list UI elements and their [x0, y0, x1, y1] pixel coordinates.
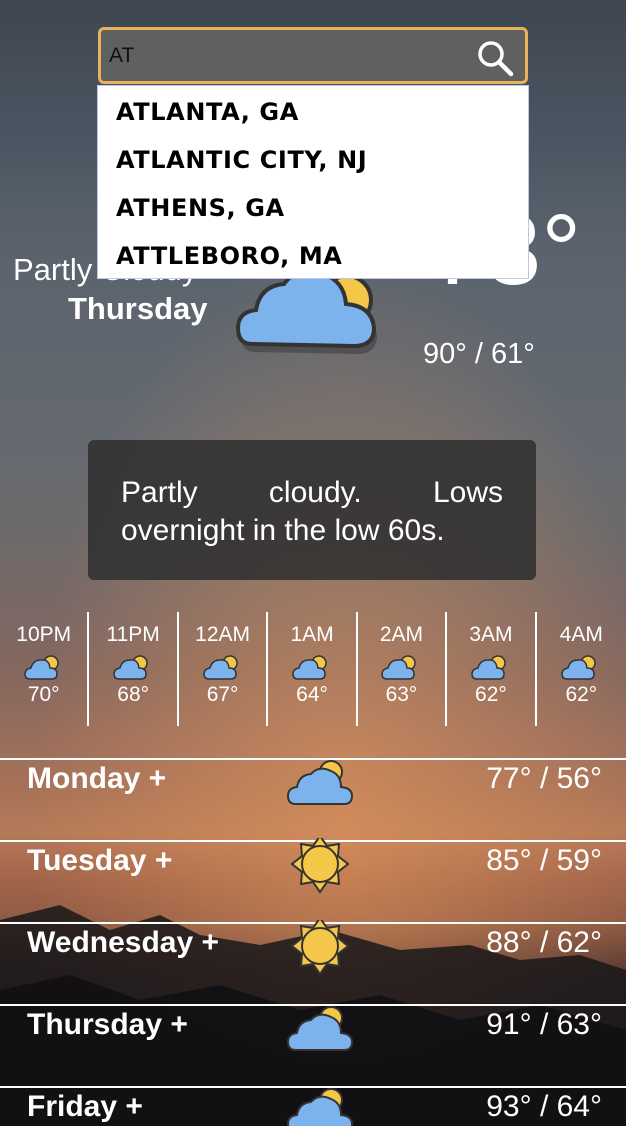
hour-time: 11PM: [106, 623, 160, 646]
current-high-low: 90° / 61°: [423, 338, 535, 370]
partly-cloudy-icon: [286, 1088, 354, 1126]
search-input[interactable]: [109, 40, 469, 72]
daily-temps: 91° / 63°: [486, 1008, 602, 1041]
partly-cloudy-icon: [286, 760, 354, 805]
partly-cloudy-night-icon: [381, 655, 417, 680]
hour-item: 12AM 67°: [179, 612, 269, 726]
suggestion-atlanta[interactable]: ATLANTA, GA: [98, 86, 528, 134]
daily-day-name: Tuesday +: [27, 844, 173, 877]
hour-temp: 67°: [206, 683, 239, 706]
daily-row-friday[interactable]: Friday + 93° / 64°: [0, 1086, 626, 1126]
hour-temp: 62°: [475, 683, 507, 706]
hour-time: 4AM: [559, 623, 603, 646]
hour-temp: 64°: [296, 683, 328, 706]
search-suggestions: ATLANTA, GA ATLANTIC CITY, NJ ATHENS, GA…: [97, 85, 529, 279]
suggestion-athens[interactable]: ATHENS, GA: [98, 182, 528, 230]
daily-temps: 77° / 56°: [486, 762, 602, 795]
hour-item: 4AM 62°: [537, 612, 626, 726]
search-icon[interactable]: [475, 38, 515, 78]
hourly-forecast: 10PM 70° 11PM 68° 12AM 67° 1AM 64° 2AM 6…: [0, 612, 626, 726]
suggestion-attleboro[interactable]: ATTLEBORO, MA: [98, 230, 528, 278]
hour-temp: 70°: [27, 683, 60, 706]
hour-item: 2AM 63°: [358, 612, 448, 726]
hour-item: 1AM 64°: [268, 612, 358, 726]
hour-temp: 68°: [117, 683, 150, 706]
partly-cloudy-icon: [286, 1006, 354, 1051]
hour-item: 10PM 70°: [0, 612, 90, 726]
forecast-summary: Partly cloudy. Lows overnight in the low…: [88, 440, 536, 580]
daily-day-name: Thursday +: [27, 1008, 188, 1041]
hour-temp: 62°: [565, 683, 598, 706]
daily-day-name: Monday +: [27, 762, 167, 795]
partly-cloudy-night-icon: [292, 655, 327, 680]
hour-item: 11PM 68°: [89, 612, 179, 726]
hour-time: 12AM: [195, 623, 251, 646]
hour-time: 3AM: [469, 623, 513, 646]
partly-cloudy-night-icon: [202, 655, 238, 680]
suggestion-atlantic-city[interactable]: ATLANTIC CITY, NJ: [98, 134, 528, 182]
daily-row-wednesday[interactable]: Wednesday + 88° / 62°: [0, 920, 626, 980]
hour-time: 2AM: [379, 623, 424, 646]
partly-cloudy-night-icon: [471, 655, 506, 680]
current-day: Thursday: [68, 291, 208, 326]
search-box[interactable]: [98, 27, 528, 84]
partly-cloudy-night-icon: [113, 655, 148, 680]
daily-temps: 93° / 64°: [486, 1090, 602, 1123]
daily-row-tuesday[interactable]: Tuesday + 85° / 59°: [0, 838, 626, 898]
hour-time: 10PM: [16, 623, 72, 646]
hour-temp: 63°: [385, 683, 418, 706]
daily-temps: 88° / 62°: [486, 926, 602, 959]
partly-cloudy-night-icon: [23, 655, 59, 680]
daily-day-name: Friday +: [27, 1090, 143, 1123]
hour-item: 3AM 62°: [447, 612, 537, 726]
daily-row-thursday[interactable]: Thursday + 91° / 63°: [0, 1004, 626, 1062]
hour-time: 1AM: [290, 623, 334, 646]
daily-row-monday[interactable]: Monday + 77° / 56°: [0, 758, 626, 816]
daily-temps: 85° / 59°: [486, 844, 602, 877]
sun-icon: [290, 838, 350, 894]
daily-day-name: Wednesday +: [27, 926, 220, 959]
sun-icon: [290, 920, 350, 976]
partly-cloudy-night-icon: [561, 655, 597, 680]
